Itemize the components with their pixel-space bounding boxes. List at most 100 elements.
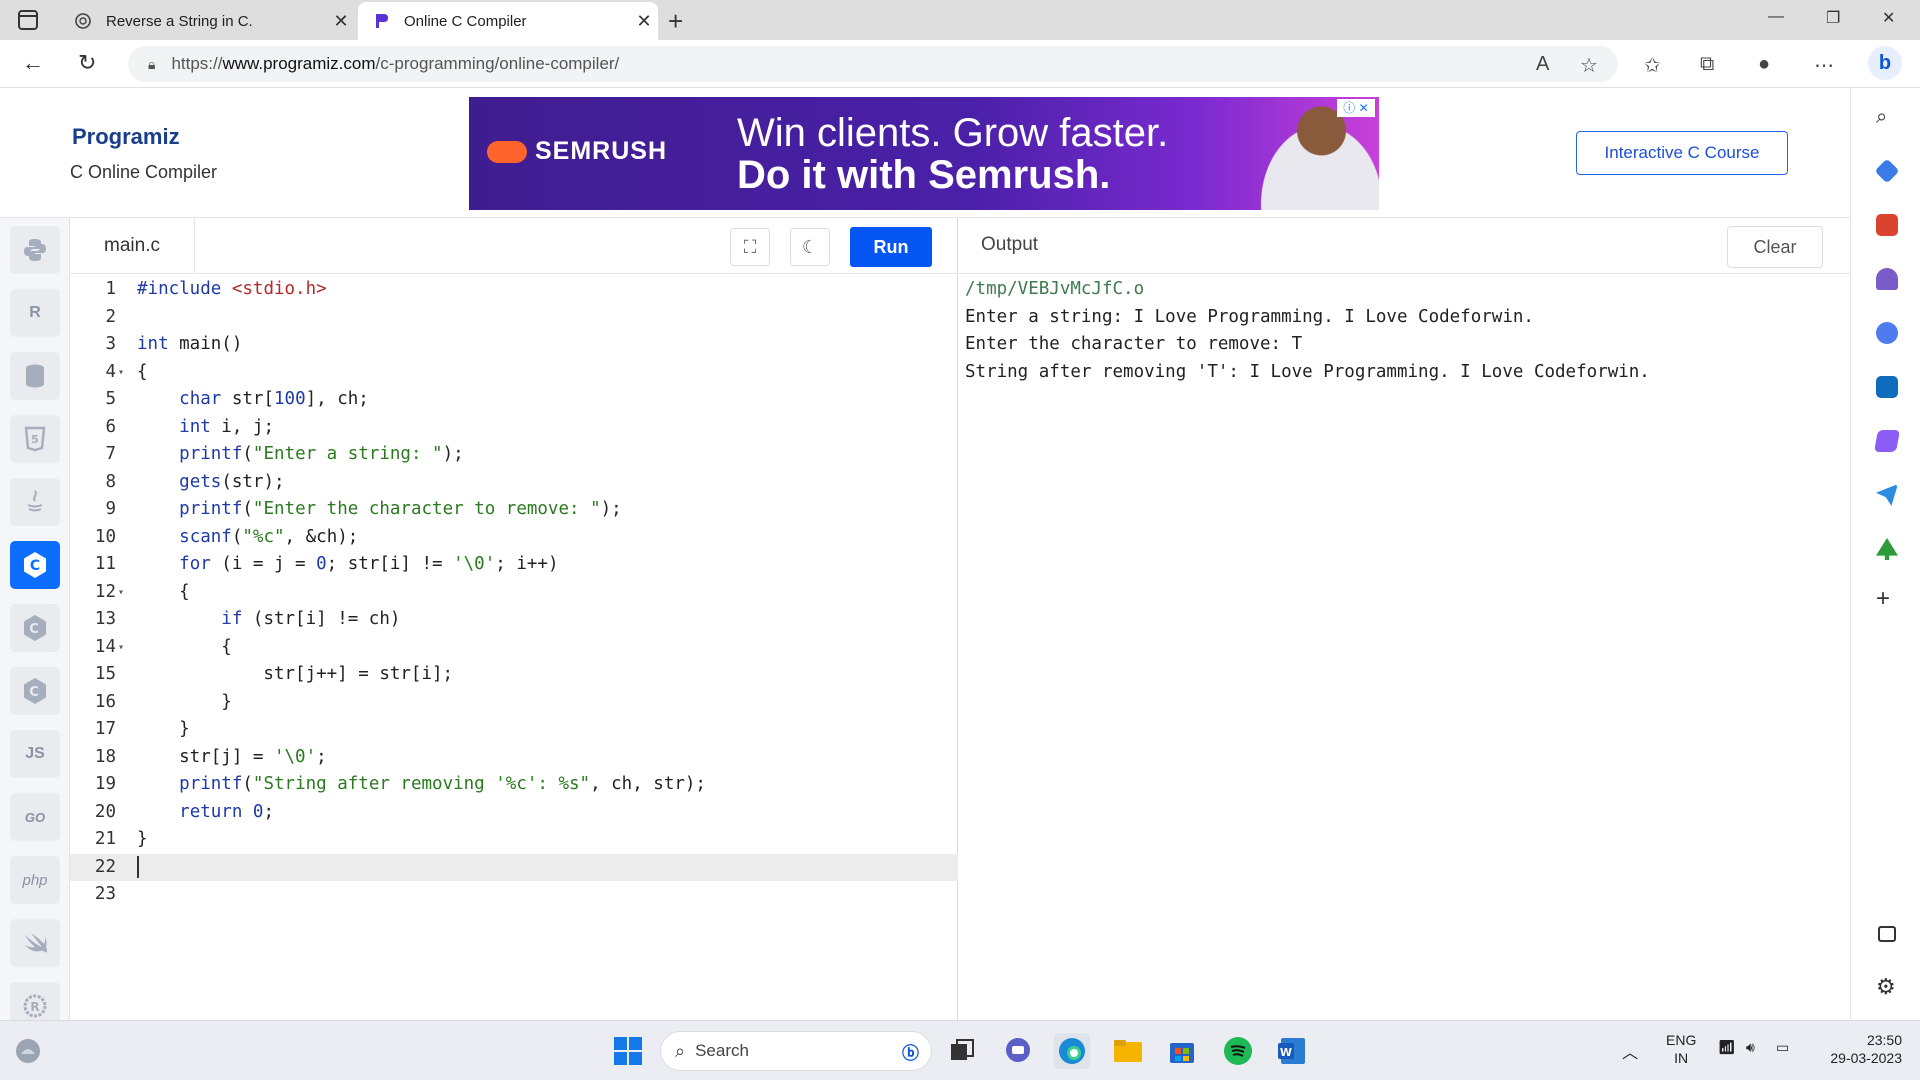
tools-icon[interactable] [1876,214,1898,236]
battery-icon[interactable]: ▭ [1776,1039,1789,1056]
settings-icon[interactable]: ⚙ [1876,976,1898,998]
interactive-course-button[interactable]: Interactive C Course [1576,131,1788,175]
office-icon[interactable] [1876,322,1898,344]
outlook-icon[interactable] [1876,376,1898,398]
js-icon[interactable]: JS [10,730,60,778]
more-icon[interactable]: ⋯ [1814,53,1834,78]
code-line[interactable]: 16 } [70,689,958,717]
code-line[interactable]: 12 ▾ { [70,579,958,607]
ad-info-close-icon[interactable]: ⓘ ✕ [1337,99,1375,117]
sql-icon[interactable] [10,352,60,400]
code-line[interactable]: 18 str[j] = '\0'; [70,744,958,772]
fold-toggle-icon[interactable]: ▾ [118,634,124,662]
code-line[interactable]: 2 [70,304,958,332]
code-line[interactable]: 13 if (str[i] != ch) [70,606,958,634]
output-console[interactable]: /tmp/VEBJvMcJfC.o Enter a string: I Love … [965,276,1650,386]
run-button[interactable]: Run [850,227,932,267]
code-line[interactable]: 23 [70,881,958,909]
sidebar-toggle-icon[interactable] [1878,926,1896,942]
fold-toggle-icon[interactable]: ▾ [118,359,124,387]
search-icon[interactable]: ⌕ [1876,106,1898,128]
edge-browser-icon[interactable] [1054,1033,1090,1069]
swift-icon[interactable] [10,919,60,967]
cpp-icon[interactable]: C [10,604,60,652]
task-view-icon[interactable] [944,1033,980,1069]
dark-mode-icon[interactable]: ☾ [790,228,830,266]
go-icon[interactable]: GO [10,793,60,841]
code-line[interactable]: 22 [70,853,958,881]
code-line[interactable]: 11 for (i = j = 0; str[i] != '\0'; i++) [70,551,958,579]
page-subtitle: C Online Compiler [70,162,218,182]
close-tab-icon[interactable]: ✕ [630,11,658,32]
url-field[interactable]: 🔒︎ https://www.programiz.com/c-programmi… [128,46,1618,82]
minimize-icon[interactable]: — [1768,8,1784,26]
add-favorite-icon[interactable]: ☆ [1580,53,1598,78]
taskbar-search[interactable]: ⌕ Search ⓑ [660,1031,932,1071]
code-line[interactable]: 14 ▾ { [70,634,958,662]
close-tab-icon[interactable]: ✕ [327,11,355,32]
tray-overflow-icon[interactable]: ︿ [1622,1039,1638,1063]
c-icon[interactable]: C [10,541,60,589]
code-line[interactable]: 8 gets(str); [70,469,958,497]
code-line[interactable]: 20 return 0; [70,799,958,827]
code-line[interactable]: 21} [70,826,958,854]
tab-actions-icon[interactable] [18,10,38,30]
word-icon[interactable]: W [1274,1033,1310,1069]
html-icon[interactable]: 5 [10,415,60,463]
fullscreen-icon[interactable]: ⛶ [730,228,770,266]
profile-icon[interactable]: ● [1758,53,1770,76]
svg-text:W: W [1280,1046,1292,1059]
php-icon[interactable]: php [10,856,60,904]
new-tab-icon[interactable]: + [668,6,683,37]
input-language[interactable]: ENG IN [1666,1031,1696,1067]
volume-icon[interactable]: 🔊︎ [1746,1039,1755,1056]
csharp-icon[interactable]: C [10,667,60,715]
shopping-tag-icon[interactable] [1874,158,1900,184]
wifi-icon[interactable]: 📶︎ [1718,1039,1736,1056]
spotify-icon[interactable] [1220,1033,1256,1069]
tree-icon[interactable] [1876,538,1898,560]
collections-icon[interactable]: ⧉ [1700,53,1714,76]
line-number: 18 [94,746,116,767]
code-line[interactable]: 15 str[j++] = str[i]; [70,661,958,689]
file-explorer-icon[interactable] [1110,1033,1146,1069]
tab-reverse-string[interactable]: Reverse a String in C. ✕ [60,2,355,40]
python-icon[interactable] [10,226,60,274]
code-line[interactable]: 6 int i, j; [70,414,958,442]
back-icon[interactable]: ← [22,50,44,76]
clock[interactable]: 23:50 29-03-2023 [1812,1031,1902,1067]
code-line[interactable]: 10 scanf("%c", &ch); [70,524,958,552]
designer-icon[interactable] [1874,430,1900,452]
games-icon[interactable] [1876,268,1898,290]
r-icon[interactable]: R [10,289,60,337]
add-icon[interactable]: + [1876,587,1898,611]
code-line[interactable]: 3 int main() [70,331,958,359]
read-aloud-icon[interactable]: A [1536,53,1549,76]
tab-online-c-compiler[interactable]: Online C Compiler ✕ [358,2,658,40]
code-line[interactable]: 9 printf("Enter the character to remove:… [70,496,958,524]
bing-icon[interactable]: b [1868,46,1902,80]
java-icon[interactable] [10,478,60,526]
code-area[interactable]: 1 #include <stdio.h> 2 3 int main() 4 ▾{5 char… [70,276,958,909]
file-tab-main-c[interactable]: main.c [70,218,195,274]
ad-banner[interactable]: SEMRUSH Win clients. Grow faster. Do it … [469,97,1379,210]
refresh-icon[interactable]: ↻ [78,50,96,76]
code-line[interactable]: 17 } [70,716,958,744]
fold-toggle-icon[interactable]: ▾ [118,579,124,607]
programiz-logo[interactable]: Programiz [72,124,180,150]
close-window-icon[interactable]: ✕ [1882,8,1895,28]
code-line[interactable]: 4 ▾ { [70,359,958,387]
send-icon[interactable] [1876,484,1898,506]
code-line[interactable]: 1 #include <stdio.h> [70,276,958,304]
clear-button[interactable]: Clear [1727,226,1823,268]
start-icon[interactable] [610,1033,646,1069]
output-line: String after removing 'T': I Love Progra… [965,361,1650,382]
code-line[interactable]: 19 printf("String after removing '%c': %… [70,771,958,799]
code-line[interactable]: 5 char str[100], ch; [70,386,958,414]
favorites-icon[interactable]: ✩ [1644,53,1661,78]
teams-chat-icon[interactable] [1000,1033,1036,1069]
restore-icon[interactable]: ❐ [1826,8,1840,28]
code-line[interactable]: 7 printf("Enter a string: "); [70,441,958,469]
microsoft-store-icon[interactable] [1164,1033,1200,1069]
weather-icon[interactable] [10,1033,46,1069]
